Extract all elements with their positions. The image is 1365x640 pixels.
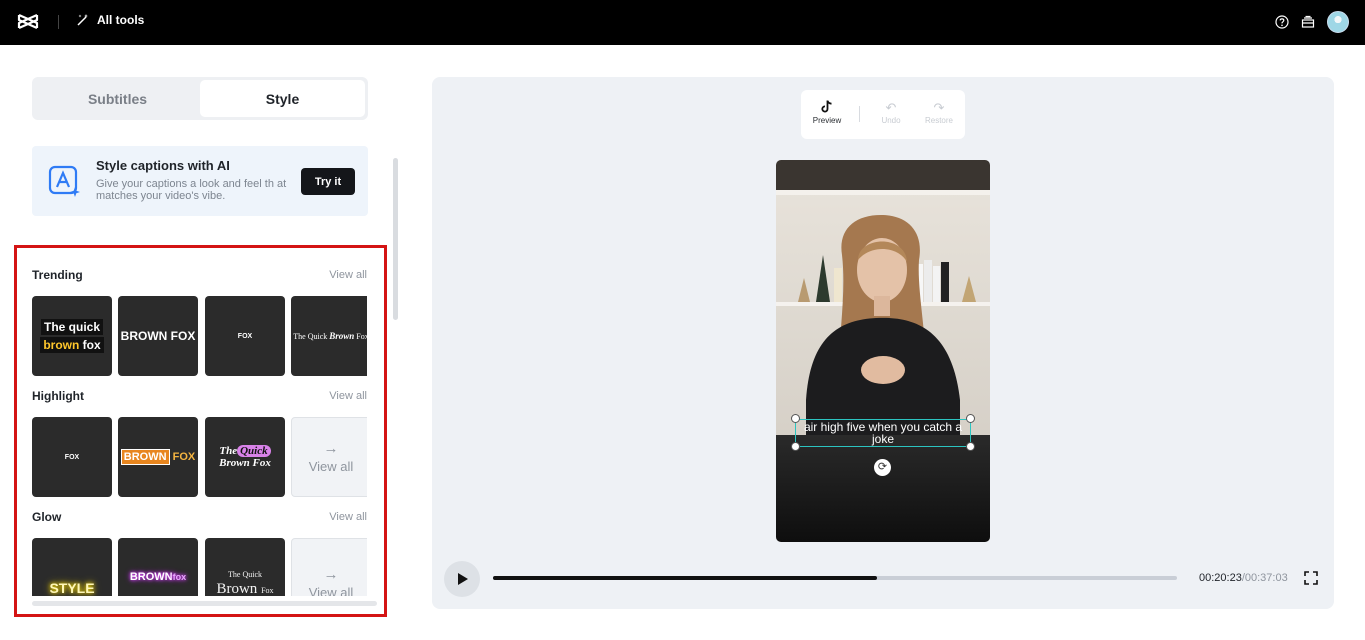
resize-handle[interactable] bbox=[791, 442, 800, 451]
progress-bar[interactable] bbox=[493, 576, 1177, 580]
panel-tabs: Subtitles Style bbox=[32, 77, 368, 120]
current-time: 00:20:23 bbox=[1199, 572, 1242, 584]
panel-scrollbar[interactable] bbox=[393, 158, 398, 320]
ai-card-description: Give your captions a look and feel th at… bbox=[96, 178, 288, 202]
top-bar: All tools bbox=[0, 0, 1365, 45]
resize-handle[interactable] bbox=[791, 414, 800, 423]
restore-button[interactable]: ↷ Restore bbox=[919, 100, 959, 125]
resize-handle[interactable] bbox=[966, 414, 975, 423]
fullscreen-icon[interactable] bbox=[1304, 571, 1318, 585]
undo-icon: ↶ bbox=[871, 100, 911, 116]
preview-toolbar: Preview ↶ Undo ↷ Restore bbox=[801, 90, 965, 139]
redo-icon: ↷ bbox=[919, 100, 959, 116]
user-avatar[interactable] bbox=[1327, 11, 1349, 33]
ai-card-title: Style captions with AI bbox=[96, 158, 230, 173]
total-time: /00:37:03 bbox=[1242, 572, 1288, 584]
rotate-icon[interactable]: ⟳ bbox=[874, 459, 891, 476]
all-tools-button[interactable]: All tools bbox=[76, 13, 144, 27]
try-it-button[interactable]: Try it bbox=[301, 168, 355, 195]
undo-button[interactable]: ↶ Undo bbox=[871, 100, 911, 125]
tab-subtitles[interactable]: Subtitles bbox=[35, 80, 200, 117]
tab-style[interactable]: Style bbox=[200, 80, 365, 117]
header-divider bbox=[58, 15, 59, 29]
ai-style-card: Style captions with AI Give your caption… bbox=[32, 146, 368, 216]
ai-caption-icon bbox=[48, 165, 82, 199]
time-display: 00:20:23/00:37:03 bbox=[1199, 572, 1288, 584]
tiktok-icon bbox=[807, 100, 847, 116]
help-icon[interactable] bbox=[1275, 15, 1289, 29]
video-still bbox=[776, 160, 990, 542]
video-frame[interactable] bbox=[776, 160, 990, 542]
inbox-icon[interactable] bbox=[1301, 15, 1315, 29]
play-icon bbox=[444, 561, 480, 597]
caption-text-box[interactable]: air high five when you catch a joke bbox=[795, 419, 971, 447]
resize-handle[interactable] bbox=[966, 442, 975, 451]
magic-wand-icon bbox=[76, 13, 90, 27]
progress-fill bbox=[493, 576, 877, 580]
highlight-frame bbox=[14, 245, 387, 617]
undo-label: Undo bbox=[871, 116, 911, 125]
play-button[interactable] bbox=[444, 561, 480, 597]
capcut-logo-icon[interactable] bbox=[17, 12, 39, 32]
all-tools-label: All tools bbox=[97, 13, 144, 27]
restore-label: Restore bbox=[919, 116, 959, 125]
preview-label: Preview bbox=[807, 116, 847, 125]
preview-button[interactable]: Preview bbox=[807, 100, 847, 125]
toolbar-divider bbox=[859, 106, 860, 122]
